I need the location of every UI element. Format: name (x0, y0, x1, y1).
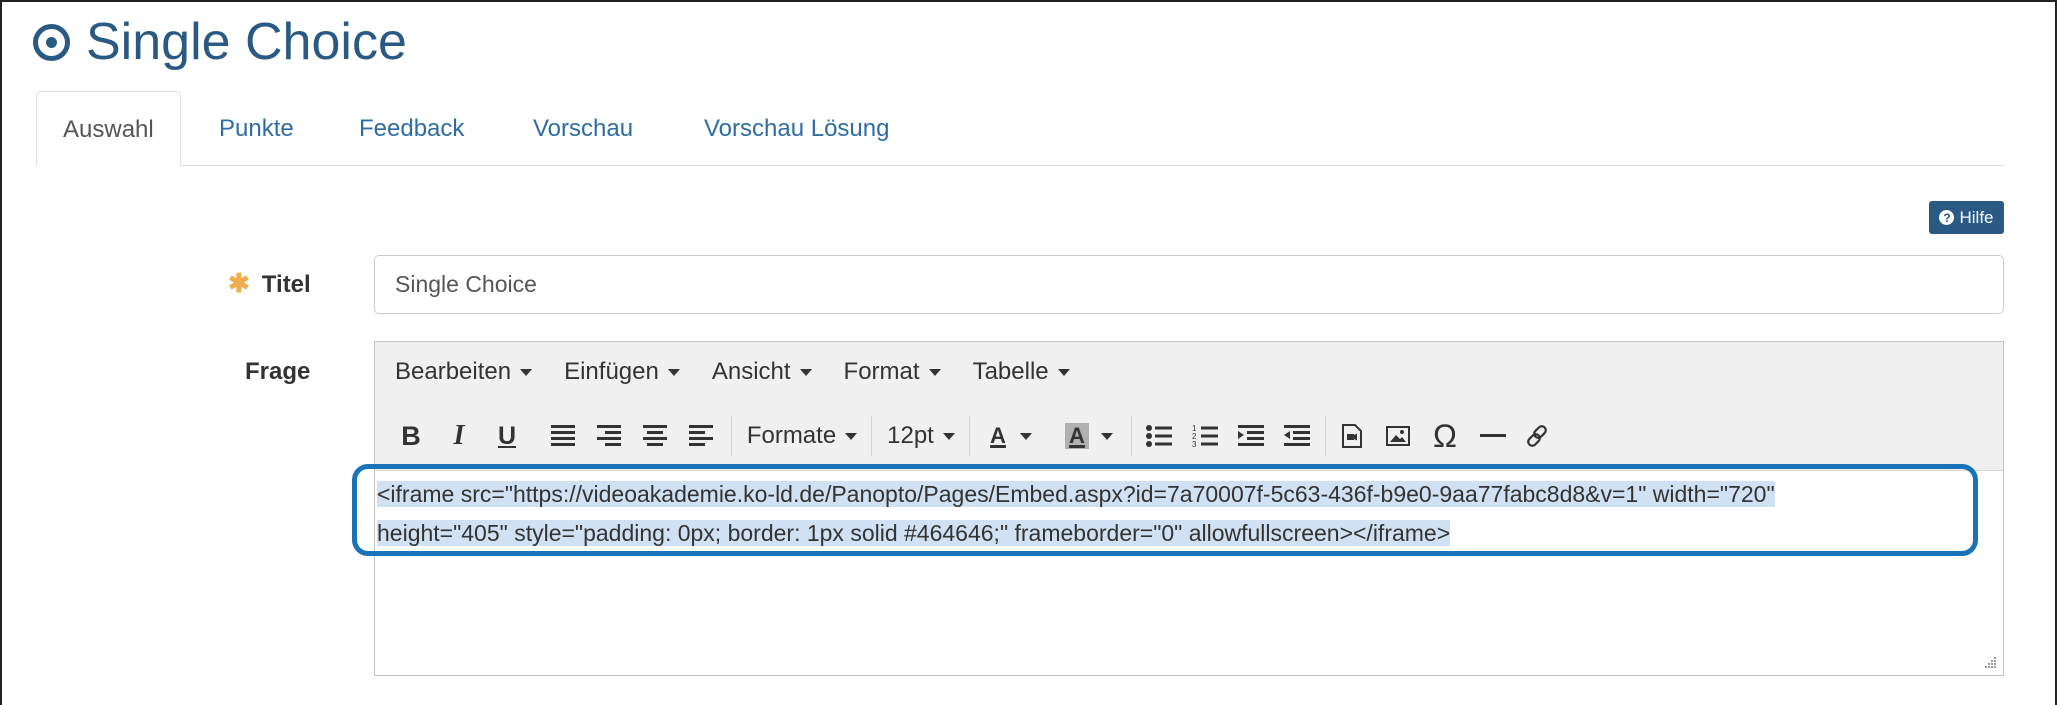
title-label: Titel (261, 271, 311, 298)
caret-down-icon (928, 368, 941, 376)
text-color-icon: A (990, 423, 1006, 448)
caret-down-icon (1019, 432, 1032, 440)
menu-einfuegen[interactable]: Einfügen (564, 358, 680, 386)
editor-content[interactable]: <iframe src="https://videoakademie.ko-ld… (375, 471, 2003, 675)
editor-toolbar: B I U Formate 12pt A A 1 2 3 Ω (375, 402, 2003, 471)
media-icon (1342, 424, 1362, 448)
align-left-icon (689, 425, 713, 446)
iframe-code-line-2: height="405" style="padding: 0px; border… (377, 520, 1451, 546)
caret-down-icon (667, 368, 680, 376)
align-center-icon (643, 425, 667, 446)
menu-ansicht[interactable]: Ansicht (712, 358, 812, 386)
outdent-icon (1284, 425, 1310, 446)
editor-menubar: Bearbeiten Einfügen Ansicht Format Tabel… (375, 342, 2003, 402)
special-character-button[interactable]: Ω (1423, 402, 1467, 470)
tab-auswahl[interactable]: Auswahl (36, 91, 181, 166)
menu-tabelle-label: Tabelle (972, 358, 1049, 385)
menu-bearbeiten-label: Bearbeiten (395, 358, 512, 385)
bullet-list-button[interactable] (1137, 402, 1181, 470)
indent-button[interactable] (1229, 402, 1273, 470)
radio-dot-icon (33, 23, 70, 61)
menu-ansicht-label: Ansicht (711, 358, 791, 385)
insert-image-button[interactable] (1377, 402, 1419, 470)
link-icon (1527, 425, 1547, 447)
caret-down-icon (1100, 432, 1113, 440)
svg-text:3: 3 (1192, 440, 1197, 448)
resize-handle-icon[interactable] (1983, 655, 1997, 669)
text-color-button[interactable]: A (975, 402, 1047, 470)
toolbar-separator (731, 416, 732, 456)
bullet-list-icon (1146, 425, 1172, 447)
tab-vorschau[interactable]: Vorschau (533, 91, 633, 166)
menu-bearbeiten[interactable]: Bearbeiten (395, 358, 533, 386)
underline-button[interactable]: U (489, 402, 525, 470)
caret-down-icon (845, 432, 858, 440)
caret-down-icon (1057, 368, 1070, 376)
align-center-button[interactable] (635, 402, 675, 470)
align-right-icon (597, 425, 621, 446)
horizontal-rule-icon (1480, 434, 1506, 437)
menu-format[interactable]: Format (844, 358, 941, 386)
tab-feedback[interactable]: Feedback (359, 91, 464, 166)
caret-down-icon (520, 368, 533, 376)
title-input[interactable]: Single Choice (374, 255, 2004, 314)
indent-icon (1238, 425, 1264, 446)
horizontal-rule-button[interactable] (1473, 402, 1513, 470)
italic-button[interactable]: I (441, 402, 477, 470)
toolbar-separator (1131, 416, 1132, 456)
bold-button[interactable]: B (393, 402, 429, 470)
align-left-button[interactable] (681, 402, 721, 470)
font-size-label: 12pt (887, 422, 934, 449)
menu-format-label: Format (843, 358, 920, 385)
tab-bar: Auswahl Punkte Feedback Vorschau Vorscha… (36, 91, 2004, 166)
help-button-label: Hilfe (1959, 207, 1994, 227)
background-color-icon: A (1065, 423, 1089, 449)
question-label: Frage (245, 358, 311, 385)
page-title: Single Choice (33, 12, 407, 72)
formats-dropdown-label: Formate (746, 422, 837, 449)
toolbar-separator (871, 416, 872, 456)
menu-tabelle[interactable]: Tabelle (973, 358, 1070, 386)
caret-down-icon (942, 432, 955, 440)
caret-down-icon (799, 368, 812, 376)
question-circle-icon: ? (1939, 210, 1955, 225)
toolbar-separator (969, 416, 970, 456)
align-justify-icon (551, 425, 575, 446)
page-title-text: Single Choice (86, 13, 407, 71)
image-icon (1386, 426, 1410, 446)
rich-text-editor: Bearbeiten Einfügen Ansicht Format Tabel… (374, 341, 2004, 676)
font-size-dropdown[interactable]: 12pt (880, 402, 962, 470)
required-asterisk-icon: ✱ (228, 268, 250, 298)
tab-punkte[interactable]: Punkte (219, 91, 294, 166)
align-right-button[interactable] (589, 402, 629, 470)
insert-media-button[interactable] (1331, 402, 1373, 470)
toolbar-separator (1325, 416, 1326, 456)
title-label-group: ✱ Titel (228, 268, 311, 299)
iframe-code-line-1: <iframe src="https://videoakademie.ko-ld… (377, 481, 1775, 507)
numbered-list-button[interactable]: 123 (1183, 402, 1227, 470)
tab-vorschau-loesung[interactable]: Vorschau Lösung (704, 91, 889, 166)
align-justify-button[interactable] (543, 402, 583, 470)
help-button[interactable]: ? Hilfe (1929, 201, 2004, 234)
outdent-button[interactable] (1275, 402, 1319, 470)
numbered-list-icon: 123 (1192, 424, 1218, 448)
menu-einfuegen-label: Einfügen (564, 358, 659, 385)
background-color-button[interactable]: A (1053, 402, 1125, 470)
formats-dropdown[interactable]: Formate (740, 402, 864, 470)
insert-link-button[interactable] (1517, 402, 1557, 470)
